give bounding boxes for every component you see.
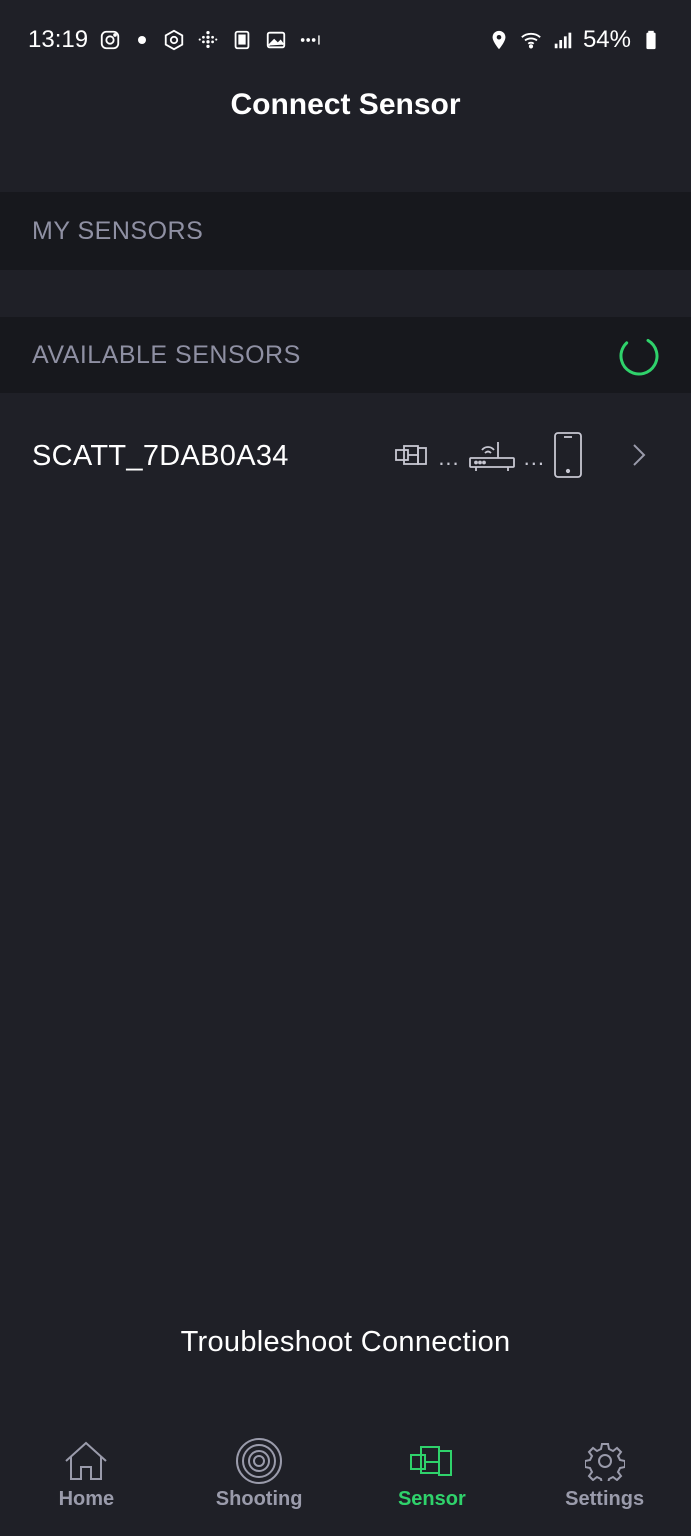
phone-icon (553, 431, 583, 484)
nav-settings[interactable]: Settings (518, 1436, 691, 1536)
dot-icon (138, 36, 147, 44)
battery-percent: 54% (582, 26, 631, 53)
chain-dots: ... (438, 444, 460, 470)
instagram-icon (98, 28, 122, 52)
chain-dots: ... (523, 444, 545, 470)
gear-icon (580, 1436, 630, 1486)
loading-spinner-icon (619, 336, 659, 376)
grid-app-icon (196, 28, 220, 52)
target-icon (234, 1436, 284, 1486)
my-sensors-header: MY SENSORS (0, 192, 691, 270)
battery-icon (639, 28, 663, 52)
status-bar: 13:19 54% (0, 0, 691, 80)
connect-sensor-screen: 13:19 54% Connect Sensor MY SENSORS AVAI… (0, 0, 691, 1536)
status-bar-left: 13:19 (28, 26, 322, 54)
nav-home[interactable]: Home (0, 1436, 173, 1536)
nav-shooting[interactable]: Shooting (173, 1436, 346, 1536)
router-icon (468, 438, 516, 477)
status-time: 13:19 (28, 26, 89, 53)
nav-sensor[interactable]: Sensor (346, 1436, 519, 1536)
hex-app-icon (162, 28, 186, 52)
nav-sensor-label: Sensor (397, 1488, 466, 1510)
my-sensors-label: MY SENSORS (32, 216, 204, 245)
signal-icon (551, 28, 575, 52)
home-icon (61, 1436, 111, 1486)
sensor-name: SCATT_7DAB0A34 (32, 439, 289, 472)
status-bar-right: 54% (487, 26, 663, 54)
sensor-icon (394, 442, 430, 473)
nav-shooting-label: Shooting (215, 1488, 303, 1510)
nav-home-label: Home (58, 1488, 115, 1510)
bottom-nav: Home Shooting Sensor Settings (0, 1436, 691, 1536)
chevron-right-icon (633, 444, 646, 466)
nav-settings-label: Settings (565, 1488, 645, 1510)
sensor-list-item[interactable]: SCATT_7DAB0A34 ... ... (0, 393, 691, 519)
available-sensors-label: AVAILABLE SENSORS (32, 340, 301, 369)
wifi-icon (519, 28, 543, 52)
available-sensors-header: AVAILABLE SENSORS (0, 317, 691, 393)
more-dots-icon (298, 28, 322, 52)
troubleshoot-connection-button[interactable]: Troubleshoot Connection (0, 1326, 691, 1359)
sensor-icon (407, 1436, 457, 1486)
location-icon (487, 28, 511, 52)
image-icon (264, 28, 288, 52)
page-title: Connect Sensor (230, 88, 461, 121)
connection-chain: ... ... (394, 431, 583, 484)
square-app-icon (230, 28, 254, 52)
